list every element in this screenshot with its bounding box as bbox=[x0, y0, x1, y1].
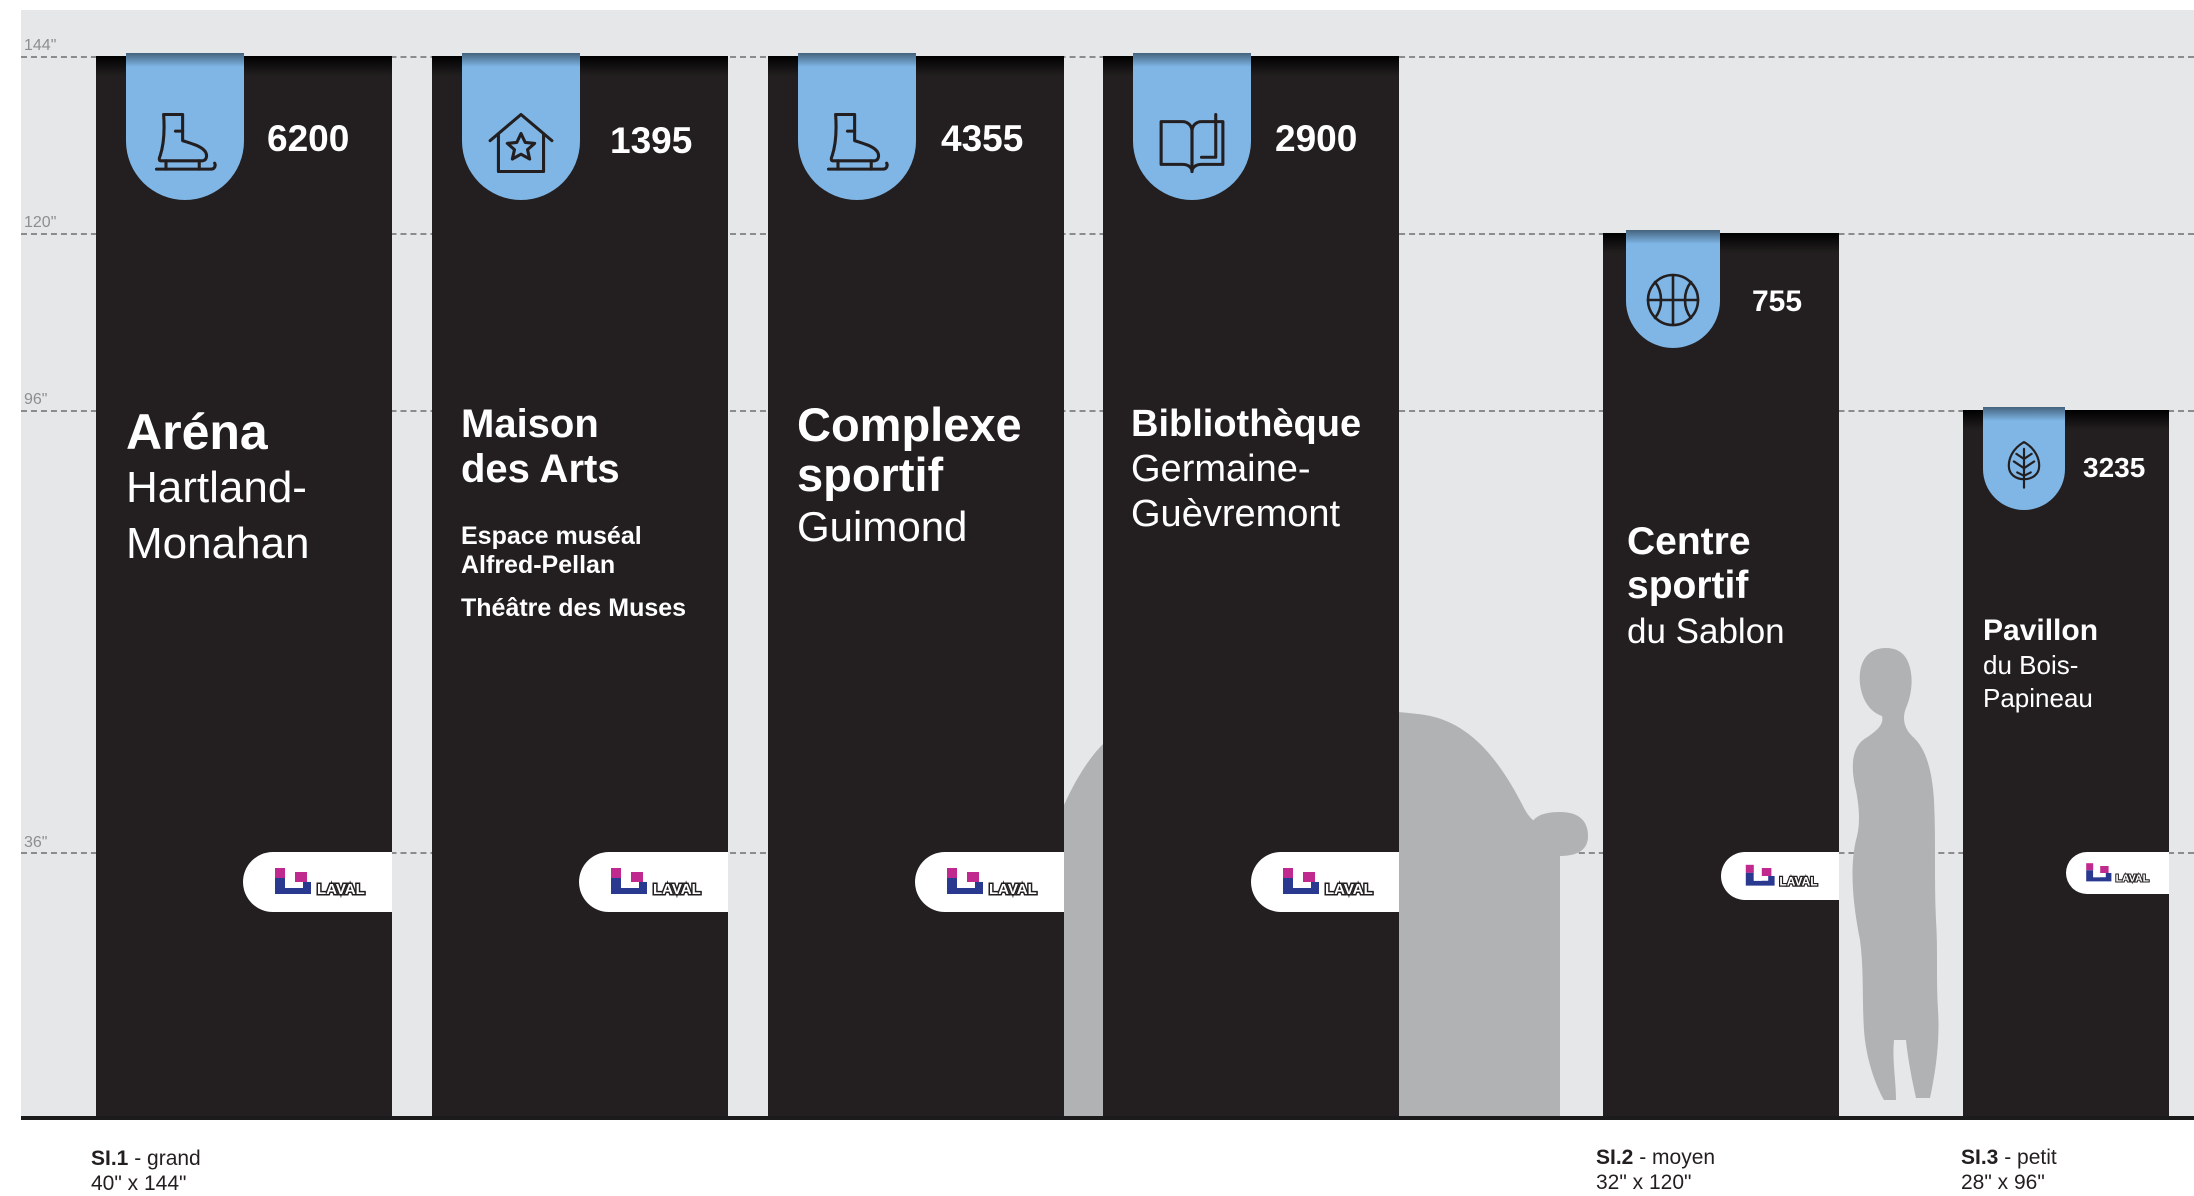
laval-logo bbox=[269, 862, 389, 902]
caption-si1-size: - grand bbox=[134, 1147, 201, 1170]
caption-si3-size: - petit bbox=[2004, 1146, 2057, 1169]
tree-icon bbox=[1997, 437, 2051, 491]
ice-skate-icon bbox=[819, 105, 895, 181]
sign-3-icon-tab bbox=[798, 53, 916, 200]
sign-maison-des-arts bbox=[432, 56, 728, 1116]
sign-3-title-bold: Complexe sportif bbox=[797, 398, 1022, 501]
sign-2-icon-tab bbox=[462, 53, 580, 200]
sign-bibliotheque-germaine-guevremont bbox=[1103, 56, 1399, 1116]
signage-elevation-diagram: 144" 120" 96" 36" 6200 Aréna Hartland- M… bbox=[0, 0, 2194, 1196]
sign-2-subtitle-theatre: Théâtre des Muses bbox=[461, 594, 687, 622]
sign-4-title-bold: Bibliothèque bbox=[1131, 403, 1362, 445]
ice-skate-icon bbox=[147, 105, 223, 181]
caption-si1-dims: 40" x 144" bbox=[91, 1172, 187, 1195]
sign-5-icon-tab bbox=[1626, 230, 1720, 348]
sign-6-title-bold: Pavillon bbox=[1983, 614, 2099, 647]
laval-logo bbox=[1277, 862, 1397, 902]
basketball-icon bbox=[1641, 268, 1705, 332]
laval-logo-plate bbox=[2066, 852, 2169, 894]
sign-1-icon-tab bbox=[126, 53, 244, 200]
sign-6-title-regular: du Bois- Papineau bbox=[1983, 650, 2093, 713]
sign-5-number: 755 bbox=[1752, 285, 1803, 318]
laval-logo bbox=[2082, 859, 2166, 887]
caption-si3-dims: 28" x 96" bbox=[1961, 1171, 2045, 1194]
caption-si3-code: SI.3 bbox=[1961, 1146, 1999, 1169]
laval-logo-plate bbox=[243, 852, 392, 912]
car-side-mirror bbox=[1530, 812, 1588, 856]
ground-line bbox=[21, 1116, 2194, 1120]
sign-1-title-bold: Aréna bbox=[126, 404, 268, 460]
sign-6-number: 3235 bbox=[2083, 452, 2146, 483]
woman-silhouette bbox=[1852, 648, 1939, 1100]
laval-logo-plate bbox=[915, 852, 1064, 912]
caption-si3: SI.3 - petit 28" x 96" bbox=[1961, 1145, 2057, 1195]
sign-pavillon-du-bois-papineau bbox=[1963, 410, 2169, 1116]
caption-si1: SI.1 - grand 40" x 144" bbox=[91, 1146, 201, 1196]
sign-2-title-bold: Maison des Arts bbox=[461, 402, 620, 491]
sign-4-number: 2900 bbox=[1275, 118, 1358, 159]
sign-4-title-regular: Germaine- Guèvremont bbox=[1131, 448, 1341, 535]
sign-centre-sportif-du-sablon bbox=[1603, 233, 1839, 1116]
sign-arena-hartland-monahan bbox=[96, 56, 392, 1116]
sign-5-title-bold: Centre sportif bbox=[1627, 520, 1751, 607]
house-star-icon bbox=[483, 105, 559, 181]
caption-si1-code: SI.1 bbox=[91, 1147, 129, 1170]
sign-complexe-sportif-guimond bbox=[768, 56, 1064, 1116]
caption-si2-code: SI.2 bbox=[1596, 1146, 1634, 1169]
laval-logo-plate bbox=[579, 852, 728, 912]
open-book-icon bbox=[1154, 105, 1230, 181]
laval-logo bbox=[941, 862, 1061, 902]
sign-3-title-regular: Guimond bbox=[797, 503, 968, 550]
caption-si2-size: - moyen bbox=[1639, 1146, 1716, 1169]
sign-3-number: 4355 bbox=[941, 118, 1024, 159]
sign-1-title-regular: Hartland- Monahan bbox=[126, 463, 310, 568]
laval-logo bbox=[605, 862, 725, 902]
sign-1-number: 6200 bbox=[267, 118, 350, 159]
sign-6-icon-tab bbox=[1983, 407, 2065, 510]
laval-logo-plate bbox=[1721, 852, 1839, 900]
sign-2-subtitle-espace-museal: Espace muséal Alfred-Pellan bbox=[461, 522, 642, 579]
sign-4-icon-tab bbox=[1133, 53, 1251, 200]
caption-si2: SI.2 - moyen 32" x 120" bbox=[1596, 1145, 1715, 1195]
laval-logo bbox=[1741, 860, 1837, 892]
caption-si2-dims: 32" x 120" bbox=[1596, 1171, 1692, 1194]
sign-5-title-regular: du Sablon bbox=[1627, 612, 1785, 651]
sign-2-number: 1395 bbox=[610, 120, 693, 161]
laval-logo-plate bbox=[1251, 852, 1399, 912]
